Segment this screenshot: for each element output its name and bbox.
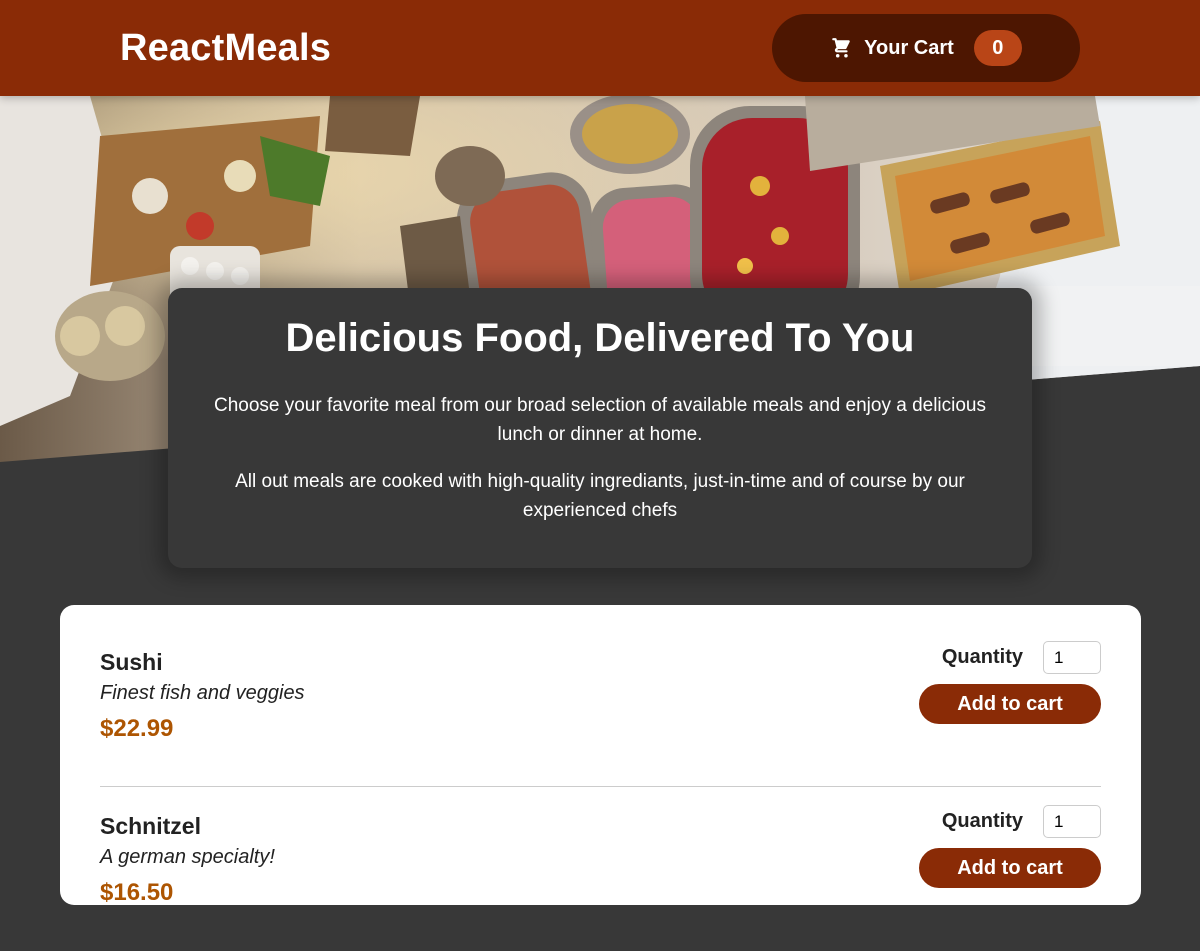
available-meals: Sushi Finest fish and veggies $22.99 Qua…: [60, 605, 1141, 906]
meal-name: Sushi: [100, 649, 163, 675]
cart-count-badge: 0: [973, 30, 1022, 66]
brand-title: ReactMeals: [120, 26, 332, 69]
add-to-cart-button[interactable]: Add to cart: [919, 848, 1101, 888]
meal-form: Quantity Add to cart: [919, 805, 1101, 931]
add-to-cart-button[interactable]: Add to cart: [919, 684, 1101, 724]
meal-description: Finest fish and veggies: [100, 682, 305, 704]
quantity-label: Quantity: [941, 810, 1023, 832]
quantity-label: Quantity: [941, 646, 1023, 668]
quantity-input[interactable]: [1043, 805, 1101, 838]
meal-form: Quantity Add to cart: [919, 641, 1101, 766]
quantity-row: Quantity: [942, 805, 1101, 838]
meal-item: Schnitzel A german specialty! $16.50 Qua…: [100, 805, 1101, 951]
quantity-input[interactable]: [1043, 641, 1101, 674]
app-header: ReactMeals Your Cart 0: [0, 0, 1200, 96]
summary-paragraph: All out meals are cooked with high-quali…: [235, 471, 965, 521]
summary-title: Delicious Food, Delivered To You: [285, 316, 915, 360]
meal-info: Schnitzel A german specialty! $16.50: [100, 805, 275, 931]
summary-paragraph: Choose your favorite meal from our broad…: [213, 395, 987, 445]
meal-name: Schnitzel: [100, 813, 201, 839]
meals-summary: Delicious Food, Delivered To You Choose …: [168, 288, 1032, 568]
quantity-row: Quantity: [942, 641, 1101, 674]
meal-description: A german specialty!: [100, 846, 275, 868]
cart-button[interactable]: Your Cart 0: [772, 14, 1080, 82]
meal-price: $22.99: [100, 715, 174, 742]
cart-label: Your Cart: [864, 36, 954, 59]
meal-item: Sushi Finest fish and veggies $22.99 Qua…: [100, 641, 1101, 787]
cart-icon: [830, 37, 852, 59]
meal-price: $16.50: [100, 879, 174, 906]
meal-info: Sushi Finest fish and veggies $22.99: [100, 641, 305, 766]
